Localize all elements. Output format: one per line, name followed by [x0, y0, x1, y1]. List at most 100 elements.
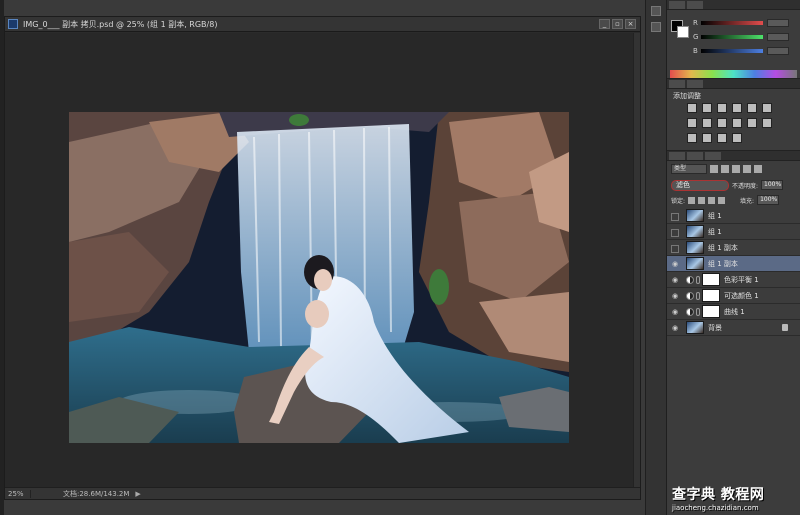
history-icon[interactable] — [651, 6, 661, 16]
lock-all-icon[interactable] — [718, 196, 726, 204]
lock-position-icon[interactable] — [708, 196, 716, 204]
curves-icon[interactable] — [717, 103, 727, 113]
lock-image-icon[interactable] — [698, 196, 706, 204]
blue-channel-slider[interactable]: B — [693, 46, 797, 56]
layer-row[interactable]: 组 1 副本 — [667, 240, 800, 256]
selective-color-icon[interactable] — [732, 133, 742, 143]
brightness-icon[interactable] — [687, 103, 697, 113]
hue-saturation-icon[interactable] — [762, 103, 772, 113]
eye-icon[interactable]: ◉ — [670, 256, 680, 272]
link-icon[interactable] — [696, 275, 700, 284]
canvas-photo[interactable] — [69, 112, 569, 443]
blue-value-field[interactable] — [767, 47, 789, 55]
green-track[interactable] — [701, 35, 763, 39]
layer-kind-filter[interactable]: 类型 — [671, 164, 707, 174]
document-title: IMG_0___ 副本 拷贝.psd @ 25% (组 1 副本, RGB/8) — [23, 19, 218, 29]
layer-mask-thumbnail[interactable] — [702, 273, 720, 286]
green-channel-slider[interactable]: G — [693, 32, 797, 42]
visibility-toggle-icon[interactable] — [670, 208, 680, 224]
blend-mode-select[interactable]: 滤色 — [671, 179, 729, 191]
visibility-toggle-icon[interactable] — [670, 224, 680, 240]
adjustment-filter-icon[interactable] — [721, 165, 729, 173]
invert-icon[interactable] — [762, 118, 772, 128]
window-controls: _ ▫ × — [599, 19, 636, 29]
pixel-filter-icon[interactable] — [710, 165, 718, 173]
layer-mask-thumbnail[interactable] — [702, 305, 720, 318]
adjustment-icons-grid — [687, 103, 775, 143]
properties-icon[interactable] — [651, 22, 661, 32]
color-lookup-icon[interactable] — [747, 118, 757, 128]
layer-mask-thumbnail[interactable] — [702, 289, 720, 302]
document-tab[interactable]: IMG_0___ 副本 拷贝.psd @ 25% (组 1 副本, RGB/8)… — [5, 17, 640, 32]
red-value-field[interactable] — [767, 19, 789, 27]
layers-panel-tabs — [667, 151, 800, 161]
layer-row[interactable]: ◉ 可选颜色 1 — [667, 288, 800, 304]
channel-mixer-icon[interactable] — [732, 118, 742, 128]
levels-icon[interactable] — [702, 103, 712, 113]
layer-filter-row: 类型 — [671, 163, 797, 175]
eye-icon[interactable]: ◉ — [670, 288, 680, 304]
status-menu-arrow-icon[interactable]: ▶ — [135, 490, 140, 498]
tab-styles[interactable] — [687, 80, 703, 88]
zoom-level[interactable]: 25% — [5, 489, 31, 498]
minimize-button[interactable]: _ — [599, 19, 610, 29]
link-icon[interactable] — [696, 291, 700, 300]
smart-object-filter-icon[interactable] — [754, 165, 762, 173]
exposure-icon[interactable] — [732, 103, 742, 113]
layer-row[interactable]: 组 1 — [667, 224, 800, 240]
layer-row[interactable]: ◉ 曲线 1 — [667, 304, 800, 320]
lock-transparent-icon[interactable] — [688, 196, 696, 204]
layer-name: 组 1 — [708, 227, 722, 236]
tab-layers[interactable] — [669, 152, 685, 160]
layer-thumbnail — [686, 257, 704, 270]
blend-row: 滤色 不透明度: 100% — [671, 179, 797, 191]
layer-name: 色彩平衡 1 — [724, 275, 759, 284]
posterize-icon[interactable] — [687, 133, 697, 143]
eye-icon[interactable]: ◉ — [670, 320, 680, 336]
layer-row-selected[interactable]: ◉ 组 1 副本 — [667, 256, 800, 272]
green-value-field[interactable] — [767, 33, 789, 41]
eye-icon[interactable]: ◉ — [670, 304, 680, 320]
panel-dock-bar — [645, 0, 667, 515]
opacity-field[interactable]: 100% — [761, 180, 784, 190]
blue-channel-label: B — [693, 47, 698, 55]
link-icon[interactable] — [696, 307, 700, 316]
black-white-icon[interactable] — [702, 118, 712, 128]
gradient-map-icon[interactable] — [717, 133, 727, 143]
eye-icon[interactable]: ◉ — [670, 272, 680, 288]
tab-adjustments[interactable] — [669, 80, 685, 88]
canvas-area[interactable] — [5, 33, 634, 487]
status-bar: 25% 文档:28.6M/143.2M ▶ — [5, 487, 640, 499]
vertical-scrollbar[interactable] — [633, 33, 640, 487]
layer-thumbnail — [686, 241, 704, 254]
psd-file-icon — [8, 19, 18, 29]
visibility-toggle-icon[interactable] — [670, 240, 680, 256]
color-spectrum-bar[interactable] — [670, 70, 797, 78]
tab-paths[interactable] — [705, 152, 721, 160]
tab-swatches[interactable] — [687, 1, 703, 9]
blue-track[interactable] — [701, 49, 763, 53]
green-channel-label: G — [693, 33, 699, 41]
threshold-icon[interactable] — [702, 133, 712, 143]
layer-name: 背景 — [708, 323, 722, 332]
layer-row[interactable]: 组 1 — [667, 208, 800, 224]
adjustments-title: 添加调整 — [673, 92, 701, 100]
layer-row[interactable]: ◉ 背景 — [667, 320, 800, 336]
type-filter-icon[interactable] — [732, 165, 740, 173]
fill-field[interactable]: 100% — [757, 195, 780, 205]
restore-button[interactable]: ▫ — [612, 19, 623, 29]
red-channel-slider[interactable]: R — [693, 18, 797, 28]
color-balance-icon[interactable] — [687, 118, 697, 128]
layer-thumbnail — [686, 209, 704, 222]
photo-filter-icon[interactable] — [717, 118, 727, 128]
close-button[interactable]: × — [625, 19, 636, 29]
tab-channels[interactable] — [687, 152, 703, 160]
adjustment-layer-icon — [686, 307, 694, 316]
layer-row[interactable]: ◉ 色彩平衡 1 — [667, 272, 800, 288]
vibrance-icon[interactable] — [747, 103, 757, 113]
color-panel-tabs — [667, 0, 800, 10]
tab-color[interactable] — [669, 1, 685, 9]
red-track[interactable] — [701, 21, 763, 25]
shape-filter-icon[interactable] — [743, 165, 751, 173]
background-color-swatch[interactable] — [677, 26, 689, 38]
